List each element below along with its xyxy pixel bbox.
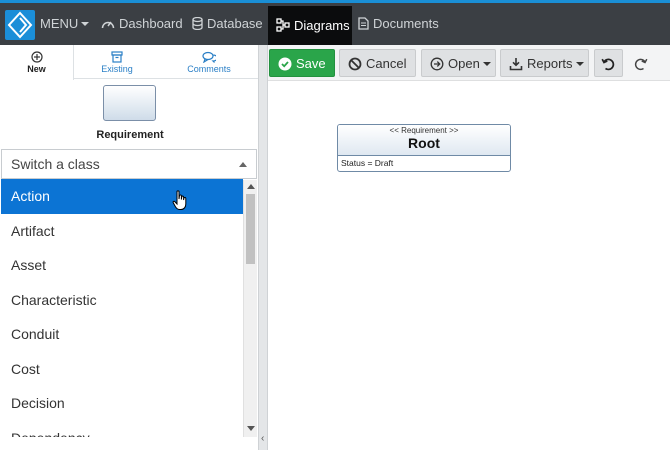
list-item-action[interactable]: Action [1, 179, 243, 214]
tab-comments-label: Comments [187, 64, 231, 74]
database-icon [192, 17, 203, 30]
node-name: Root [408, 135, 440, 151]
nav-database[interactable]: Database [192, 9, 263, 45]
node-header: << Requirement >> Root [338, 125, 510, 156]
menu-label: MENU [40, 16, 79, 31]
nav-database-label: Database [207, 16, 263, 31]
reports-button-label: Reports [527, 56, 573, 71]
comments-icon [202, 51, 216, 63]
nav-dashboard[interactable]: Dashboard [101, 9, 183, 45]
list-item-characteristic[interactable]: Characteristic [1, 283, 243, 318]
scroll-up-arrow-icon[interactable] [247, 184, 255, 189]
cancel-button-label: Cancel [366, 56, 407, 71]
left-panel: New Existing Comments Requirement Switch… [0, 45, 258, 450]
list-item-decision[interactable]: Decision [1, 386, 243, 421]
hand-cursor-icon [172, 190, 187, 210]
tab-new-label: New [27, 64, 46, 74]
top-navbar: MENU Dashboard Database Diagrams Documen… [0, 0, 670, 48]
class-list-scrollbar[interactable] [243, 180, 257, 437]
tab-new[interactable]: New [0, 45, 74, 80]
caret-down-icon [482, 62, 491, 66]
caret-up-icon [239, 162, 247, 167]
nav-documents[interactable]: Documents [358, 9, 439, 45]
list-item-cost[interactable]: Cost [1, 352, 243, 387]
node-attribute: Status = Draft [341, 158, 394, 168]
logo-diamond-icon [7, 11, 33, 39]
class-list: Action Artifact Asset Characteristic Con… [1, 179, 243, 437]
list-item-conduit[interactable]: Conduit [1, 317, 243, 352]
save-button-label: Save [296, 56, 326, 71]
open-button[interactable]: Open [421, 49, 496, 77]
gauge-icon [101, 21, 115, 29]
tab-existing[interactable]: Existing [82, 45, 152, 79]
nav-diagrams[interactable]: Diagrams [268, 6, 352, 48]
list-item-dependency[interactable]: Dependency [1, 421, 243, 438]
diagram-toolbar: Save Cancel Open Reports [268, 45, 670, 81]
menu-button[interactable]: MENU [40, 9, 90, 45]
list-item-asset[interactable]: Asset [1, 248, 243, 283]
nav-diagrams-label: Diagrams [294, 18, 350, 33]
class-select-value: Switch a class [11, 156, 100, 172]
requirement-shape-label: Requirement [96, 129, 164, 141]
nav-dashboard-label: Dashboard [119, 16, 183, 31]
panel-tabs: New Existing Comments [0, 45, 258, 80]
chevron-left-icon[interactable]: ‹ [261, 433, 264, 444]
redo-icon [634, 58, 648, 71]
reports-button[interactable]: Reports [500, 49, 589, 77]
ban-icon [348, 57, 362, 71]
requirement-node-root[interactable]: << Requirement >> Root Status = Draft [337, 124, 511, 172]
document-icon [358, 17, 369, 30]
requirement-shape[interactable] [103, 85, 156, 121]
scrollbar-thumb[interactable] [246, 194, 255, 264]
panel-splitter[interactable]: ‹ [258, 45, 268, 450]
nav-documents-label: Documents [373, 16, 439, 31]
caret-down-icon [575, 62, 584, 66]
scroll-down-arrow-icon[interactable] [247, 426, 255, 431]
list-item-artifact[interactable]: Artifact [1, 214, 243, 249]
archive-icon [111, 51, 123, 63]
download-icon [509, 58, 523, 71]
check-circle-icon [278, 57, 292, 71]
app-logo[interactable] [5, 10, 35, 40]
caret-down-icon [81, 22, 90, 26]
save-button[interactable]: Save [269, 49, 335, 77]
diagram-icon [276, 18, 290, 32]
cancel-button[interactable]: Cancel [339, 49, 416, 77]
node-stereotype: << Requirement >> [389, 126, 459, 135]
open-button-label: Open [448, 56, 480, 71]
redo-button[interactable] [627, 49, 656, 77]
plus-circle-icon [30, 51, 43, 63]
diagram-canvas[interactable]: << Requirement >> Root Status = Draft [268, 81, 670, 450]
arrow-circle-right-icon [430, 57, 444, 71]
tab-comments[interactable]: Comments [178, 45, 240, 79]
tab-existing-label: Existing [101, 64, 133, 74]
class-select[interactable]: Switch a class [1, 149, 257, 179]
undo-button[interactable] [594, 49, 623, 77]
undo-icon [601, 58, 615, 71]
